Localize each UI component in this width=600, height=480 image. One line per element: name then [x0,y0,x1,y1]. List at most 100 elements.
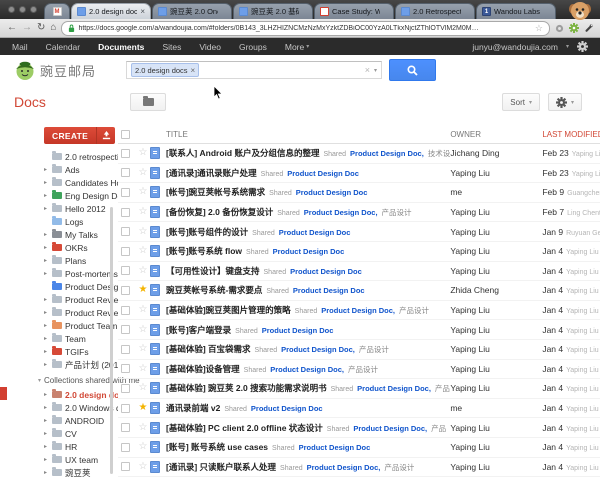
collection-link[interactable]: Product Design Doc [262,326,334,335]
expand-arrow-icon[interactable]: ▸ [44,257,49,264]
expand-arrow-icon[interactable]: ▸ [44,443,49,450]
sidebar-collection[interactable]: ▸ Ads [44,163,118,176]
search-options-chevron-icon[interactable]: ▾ [374,67,377,74]
row-checkbox[interactable] [121,423,130,432]
expand-arrow-icon[interactable]: ▸ [44,309,49,316]
doc-title[interactable]: [账号] 账号系统 use cases [166,441,268,453]
browser-tab[interactable]: 1 Wandou Labs - C × [476,3,556,19]
sidebar-collection[interactable]: ▸ ANDROID [44,414,118,427]
secondary-collection-label[interactable]: 产品设计 [359,344,389,355]
expand-arrow-icon[interactable]: ▸ [44,296,49,303]
doc-title[interactable]: [账号]账号组件的设计 [166,226,248,238]
address-bar[interactable]: https://docs.google.com/a/wandoujia.com/… [61,21,550,36]
expand-arrow-icon[interactable]: ▸ [44,179,49,186]
secondary-collection-label[interactable]: 产品设计 [399,305,429,316]
expand-arrow-icon[interactable]: ▸ [44,348,49,355]
sidebar-collection[interactable]: ▸ Product Team [44,319,118,332]
window-controls[interactable] [0,0,44,19]
sidebar-collection[interactable]: ▸ My Talks [44,228,118,241]
row-checkbox[interactable] [121,247,130,256]
sidebar-collection[interactable]: ▸ Product Review (2010 [44,293,118,306]
collection-link[interactable]: Product Design Doc, [350,149,424,158]
row-checkbox[interactable] [121,306,130,315]
sidebar-collection[interactable]: ▸ Eng Design Doc [44,189,118,202]
search-chip[interactable]: 2.0 design docs × [131,63,199,77]
zoom-window-button[interactable] [30,6,37,13]
upload-button[interactable] [96,127,115,144]
shared-collections-header[interactable]: ▾ Collections shared with me [38,376,118,385]
search-input[interactable]: 2.0 design docs × × ▾ [126,61,382,79]
account-menu[interactable]: junyu@wandoujia.com [472,42,558,52]
collection-link[interactable]: Product Design Doc, [357,384,431,393]
doc-title[interactable]: [基础体验] 百宝袋需求 [166,343,251,355]
star-icon[interactable] [136,187,150,197]
sidebar-collection[interactable]: ▸ 2.0 retrospective [44,150,118,163]
sidebar-collection[interactable]: ▸ Hello 2012 [44,202,118,215]
row-checkbox[interactable] [121,286,130,295]
table-row[interactable]: [基础体验] 百宝袋需求 Shared Product Design Doc, … [118,340,600,360]
collection-link[interactable]: Product Design Doc, [281,345,355,354]
google-bar-link[interactable]: Video ▾ [199,42,226,52]
collection-link[interactable]: Product Design Doc [296,188,368,197]
collection-link[interactable]: Product Design Doc [287,169,359,178]
star-icon[interactable] [136,246,150,256]
select-all-checkbox[interactable] [121,130,130,139]
row-checkbox[interactable] [121,227,130,236]
secondary-collection-label[interactable]: 产品 [435,383,450,394]
expand-arrow-icon[interactable]: ▸ [44,166,49,173]
expand-arrow-icon[interactable]: ▸ [44,404,49,411]
secondary-collection-label[interactable]: 产品设计 [382,207,412,218]
close-window-button[interactable] [8,6,15,13]
table-row[interactable]: [帐号]豌豆荚帐号系统需求 Shared Product Design Doc … [118,183,600,203]
doc-title[interactable]: [通讯录]通讯录账户处理 [166,167,257,179]
table-row[interactable]: [备份恢复] 2.0 备份恢复设计 Shared Product Design … [118,203,600,223]
tab-close-icon[interactable]: × [140,7,145,16]
sidebar-collection[interactable]: ▸ UX team [44,453,118,466]
row-checkbox[interactable] [121,266,130,275]
extension-icon[interactable] [555,24,564,33]
collection-link[interactable]: Product Design Doc, [270,365,344,374]
sidebar-collection[interactable]: ▸ Plans [44,254,118,267]
table-row[interactable]: [账号] 账号系统 use cases Shared Product Desig… [118,438,600,458]
star-icon[interactable] [136,207,150,217]
gear-icon[interactable] [577,41,588,52]
row-checkbox[interactable] [121,345,130,354]
minimize-window-button[interactable] [19,6,26,13]
sidebar-collection[interactable]: ▸ 2.0 design docs [44,388,118,401]
sidebar-collection[interactable]: ▸ Product Design Doc [44,280,118,293]
doc-title[interactable]: [账号]账号系统 flow [166,245,242,257]
sidebar-collection[interactable]: ▸ CV [44,427,118,440]
secondary-collection-label[interactable]: 产品设计 [384,462,414,473]
expand-arrow-icon[interactable]: ▸ [44,391,49,398]
doc-title[interactable]: [基础体验]设备管理 [166,363,240,375]
star-icon[interactable] [136,285,150,295]
secondary-collection-label[interactable]: 技术设 [428,148,451,159]
expand-arrow-icon[interactable]: ▸ [44,430,49,437]
browser-tab[interactable]: 2.0 Retrospective × [395,3,475,19]
collection-link[interactable]: Product Design Doc, [307,463,381,472]
sidebar-collection[interactable]: ▸ 产品计划 (2012Q1) [44,358,118,371]
browser-tab[interactable]: 2.0 design docs - × [71,3,151,19]
expand-arrow-icon[interactable]: ▸ [44,231,49,238]
table-row[interactable]: [账号]客户端登录 Shared Product Design Doc Yapi… [118,320,600,340]
secondary-collection-label[interactable]: 产品 [431,423,446,434]
star-icon[interactable] [136,148,150,158]
doc-title[interactable]: [帐号]豌豆荚帐号系统需求 [166,186,265,198]
expand-arrow-icon[interactable]: ▸ [44,322,49,329]
collection-link[interactable]: Product Design Doc [273,247,345,256]
forward-button[interactable]: → [22,23,32,33]
google-bar-link[interactable]: More ▾ [285,42,309,52]
star-icon[interactable] [136,325,150,335]
row-checkbox[interactable] [121,364,130,373]
star-icon[interactable] [136,344,150,354]
table-row[interactable]: 豌豆荚帐号系统-需求要点 Shared Product Design Doc Z… [118,281,600,301]
reload-button[interactable]: ↻ [37,23,45,33]
secondary-collection-label[interactable]: 产品设计 [348,364,378,375]
sidebar-scrollbar[interactable] [110,207,113,474]
expand-arrow-icon[interactable]: ▸ [44,417,49,424]
row-checkbox[interactable] [121,208,130,217]
sidebar-collection[interactable]: ▸ Post-mortems [44,267,118,280]
collection-link[interactable]: Product Design Doc, [321,306,395,315]
collection-link[interactable]: Product Design Doc [299,443,371,452]
doc-title[interactable]: [备份恢复] 2.0 备份恢复设计 [166,206,273,218]
